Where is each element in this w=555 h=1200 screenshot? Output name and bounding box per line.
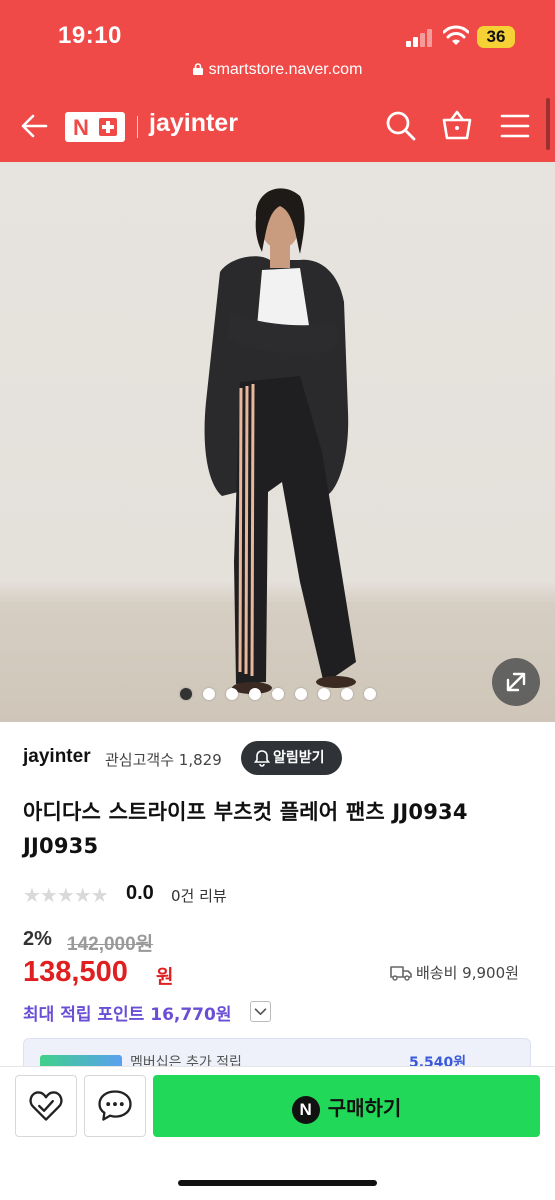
gallery-dot[interactable] [202,688,215,700]
browser-url-bar[interactable]: smartstore.naver.com [0,56,555,90]
battery-indicator: 36 [477,26,515,48]
naver-plus-logo[interactable]: N [65,112,125,142]
gallery-dot[interactable] [179,688,192,700]
url-text: smartstore.naver.com [208,61,363,78]
notify-button[interactable]: 알림받기 [241,741,342,775]
gallery-pagination[interactable] [0,688,555,700]
truck-icon [390,966,412,981]
shipping-fee: 배송비 9,900원 [390,962,519,983]
review-count-link[interactable]: 0건 리뷰 [171,885,227,906]
store-header: N jayinter [0,90,555,162]
chevron-down-icon[interactable] [250,1001,271,1022]
rating-score: 0.0 [126,882,154,904]
followers-info: 관심고객수 1,829 [105,749,222,770]
gallery-dot[interactable] [340,688,353,700]
heart-check-icon [29,1091,63,1121]
rating-stars: ★★★★★ [23,883,109,907]
status-time: 19:10 [58,22,122,49]
product-title: 아디다스 스트라이프 부츠컷 플레어 팬츠 JJ0934 JJ0935 [23,800,468,858]
product-image-gallery[interactable] [0,162,555,722]
cellular-signal-icon [406,29,434,47]
buy-now-button[interactable]: N 구매하기 [153,1075,540,1137]
talktalk-button[interactable] [84,1075,146,1137]
gallery-dot[interactable] [317,688,330,700]
search-icon[interactable] [385,110,417,142]
url-display[interactable]: smartstore.naver.com [0,61,555,79]
price-unit: 원 [156,966,174,988]
header-divider [137,116,138,138]
bell-plus-icon [253,750,271,767]
product-photo [204,188,356,694]
discount-rate: 2% [23,928,52,950]
original-price: 142,000원 [67,934,154,955]
naver-pay-icon: N [291,1096,320,1124]
max-points: 최대 적립 포인트 16,770원 [23,1005,232,1025]
home-indicator[interactable] [178,1180,377,1186]
expand-image-icon[interactable] [492,658,540,706]
wifi-icon [443,25,469,45]
bottom-action-bar: N 구매하기 [0,1066,555,1200]
buy-label: 구매하기 [327,1096,402,1120]
scrollbar[interactable] [546,98,550,150]
notify-label: 알림받기 [273,750,325,766]
back-arrow-icon[interactable] [20,112,48,140]
gallery-dot[interactable] [271,688,284,700]
followers-label: 관심고객수 [105,751,175,769]
plus-icon [99,118,117,136]
wishlist-button[interactable] [15,1075,77,1137]
status-bar: 19:10 36 [0,0,555,56]
shipping-fee-text: 배송비 9,900원 [416,964,519,982]
sale-price: 138,500 [23,956,128,988]
gallery-dot[interactable] [294,688,307,700]
buy-button-content: N 구매하기 [153,1092,540,1124]
hamburger-menu-icon[interactable] [500,112,530,140]
naver-logo-letter: N [73,115,89,140]
chat-bubble-icon [98,1090,132,1121]
shopping-bag-icon[interactable] [441,109,473,141]
lock-icon [192,63,203,75]
product-info: jayinter 관심고객수 1,829 알림받기 아디다스 스트라이프 부츠컷… [0,722,555,1078]
store-name-link[interactable]: jayinter [23,746,91,768]
store-title[interactable]: jayinter [149,109,238,138]
followers-count: 1,829 [178,751,222,769]
gallery-dot[interactable] [248,688,261,700]
gallery-dot[interactable] [363,688,376,700]
gallery-dot[interactable] [225,688,238,700]
